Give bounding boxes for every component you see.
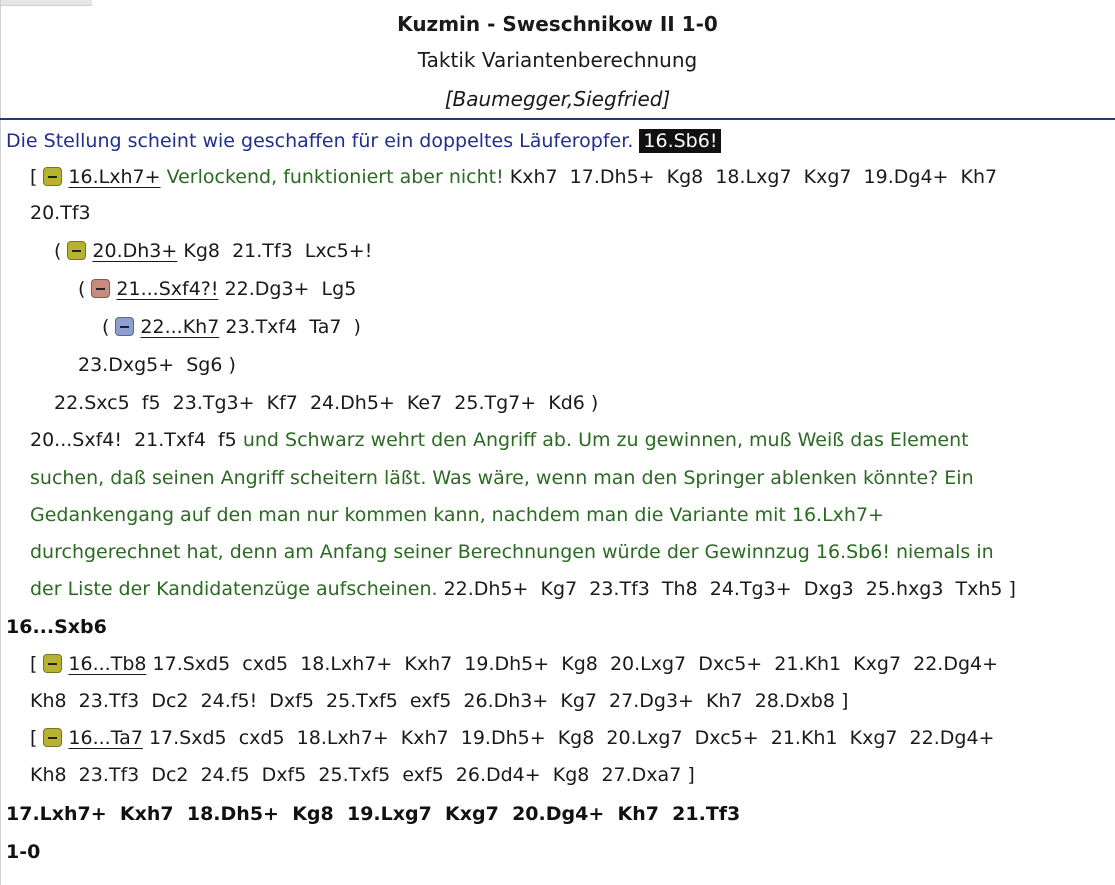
comment-line: suchen, daß seinen Angriff scheitern läß… xyxy=(30,460,974,496)
collapse-variation-icon[interactable] xyxy=(91,279,111,298)
paren-open: ( xyxy=(54,240,62,262)
comment-text: und Schwarz wehrt den Angriff ab. Um zu … xyxy=(242,429,969,451)
comment-text: Die Stellung scheint wie geschaffen für … xyxy=(6,130,634,152)
collapse-variation-icon[interactable] xyxy=(43,728,63,747)
main-move[interactable]: 16...Sxb6 xyxy=(6,616,107,638)
bracket-open: [ xyxy=(30,653,38,675)
move-sequence[interactable]: 20.Tf3 xyxy=(30,202,91,224)
variation-line: 20...Sxf4! 21.Txf4 f5 und Schwarz wehrt … xyxy=(30,422,969,458)
comment-line: Gedankengang auf den man nur kommen kann… xyxy=(30,497,884,533)
variation-head-move[interactable]: 16...Ta7 xyxy=(68,727,143,749)
variation-line: [16...Ta7 17.Sxd5 cxd5 18.Lxh7+ Kxh7 19.… xyxy=(30,720,994,756)
bracket-open: [ xyxy=(30,727,38,749)
game-header: Kuzmin - Sweschnikow II 1-0 Taktik Varia… xyxy=(0,0,1115,118)
bracket-open: [ xyxy=(30,166,38,188)
variation-head-move[interactable]: 16.Lxh7+ xyxy=(68,166,160,188)
variation-line: Kh8 23.Tf3 Dc2 24.f5! Dxf5 25.Txf5 exf5 … xyxy=(30,683,848,719)
variation-line: [16...Tb8 17.Sxd5 cxd5 18.Lxh7+ Kxh7 19.… xyxy=(30,646,998,682)
collapse-variation-icon[interactable] xyxy=(43,167,63,186)
variation-line: (21...Sxf4?! 22.Dg3+ Lg5 xyxy=(78,271,356,307)
mainline: 17.Lxh7+ Kxh7 18.Dh5+ Kg8 19.Lxg7 Kxg7 2… xyxy=(6,796,740,832)
move-sequence[interactable]: 20...Sxf4! 21.Txf4 f5 xyxy=(30,429,237,451)
move-sequence[interactable]: 22.Dh5+ Kg7 23.Tf3 Th8 24.Tg3+ Dxg3 25.h… xyxy=(444,578,1016,600)
comment-text: suchen, daß seinen Angriff scheitern läß… xyxy=(30,467,974,489)
mainline: 16...Sxb6 xyxy=(6,609,107,645)
move-sequence[interactable]: 22.Sxc5 f5 23.Tg3+ Kf7 24.Dh5+ Ke7 25.Tg… xyxy=(54,392,598,414)
game-title: Kuzmin - Sweschnikow II 1-0 xyxy=(397,12,718,36)
variation-line: der Liste der Kandidatenzüge aufscheinen… xyxy=(30,571,1016,607)
game-result: 1-0 xyxy=(6,841,41,863)
move-sequence[interactable]: Kg8 21.Tf3 Lxc5+! xyxy=(183,240,372,262)
variation-line: Kh8 23.Tf3 Dc2 24.f5 Dxf5 25.Txf5 exf5 2… xyxy=(30,757,695,793)
comment-text: Gedankengang auf den man nur kommen kann… xyxy=(30,504,884,526)
left-border xyxy=(0,0,1,885)
move-sequence[interactable]: 17.Sxd5 cxd5 18.Lxh7+ Kxh7 19.Dh5+ Kg8 2… xyxy=(153,653,999,675)
game-subtitle: Taktik Variantenberechnung xyxy=(417,48,698,72)
variation-line: (22...Kh7 23.Txf4 Ta7 ) xyxy=(102,309,361,345)
comment-line: durchgerechnet hat, denn am Anfang seine… xyxy=(30,534,994,570)
mainline: 1-0 xyxy=(6,834,40,870)
current-move-highlight[interactable]: 16.Sb6! xyxy=(639,129,722,153)
paren-open: ( xyxy=(102,316,110,338)
move-sequence[interactable]: 22.Dg3+ Lg5 xyxy=(225,278,357,300)
move-sequence[interactable]: 23.Txf4 Ta7 ) xyxy=(225,316,361,338)
comment-text: durchgerechnet hat, denn am Anfang seine… xyxy=(30,541,994,563)
variation-head-move[interactable]: 20.Dh3+ xyxy=(92,240,177,262)
main-move-sequence[interactable]: 17.Lxh7+ Kxh7 18.Dh5+ Kg8 19.Lxg7 Kxg7 2… xyxy=(6,803,740,825)
collapse-variation-icon[interactable] xyxy=(67,241,87,260)
collapse-variation-icon[interactable] xyxy=(43,654,63,673)
variation-head-move[interactable]: 21...Sxf4?! xyxy=(116,278,218,300)
move-sequence[interactable]: Kh8 23.Tf3 Dc2 24.f5! Dxf5 25.Txf5 exf5 … xyxy=(30,690,848,712)
variation-line: [16.Lxh7+ Verlockend, funktioniert aber … xyxy=(30,159,997,195)
variation-line: 20.Tf3 xyxy=(30,195,91,231)
notation-line: Die Stellung scheint wie geschaffen für … xyxy=(6,123,722,159)
variation-line: 22.Sxc5 f5 23.Tg3+ Kf7 24.Dh5+ Ke7 25.Tg… xyxy=(54,385,598,421)
annotator: [Baumegger,Siegfried] xyxy=(444,87,671,111)
comment-text: der Liste der Kandidatenzüge aufscheinen… xyxy=(30,578,438,600)
move-sequence[interactable]: Kh8 23.Tf3 Dc2 24.f5 Dxf5 25.Txf5 exf5 2… xyxy=(30,764,695,786)
paren-open: ( xyxy=(78,278,86,300)
collapse-variation-icon[interactable] xyxy=(115,317,135,336)
move-sequence[interactable]: Kxh7 17.Dh5+ Kg8 18.Lxg7 Kxg7 19.Dg4+ Kh… xyxy=(510,166,997,188)
variation-line: (20.Dh3+ Kg8 21.Tf3 Lxc5+! xyxy=(54,233,372,269)
header-separator xyxy=(0,118,1115,120)
variation-head-move[interactable]: 22...Kh7 xyxy=(140,316,219,338)
comment-text: Verlockend, funktioniert aber nicht! xyxy=(166,166,504,188)
move-sequence[interactable]: 17.Sxd5 cxd5 18.Lxh7+ Kxh7 19.Dh5+ Kg8 2… xyxy=(149,727,995,749)
move-sequence[interactable]: 23.Dxg5+ Sg6 ) xyxy=(78,354,236,376)
variation-head-move[interactable]: 16...Tb8 xyxy=(68,653,146,675)
variation-line: 23.Dxg5+ Sg6 ) xyxy=(78,347,236,383)
